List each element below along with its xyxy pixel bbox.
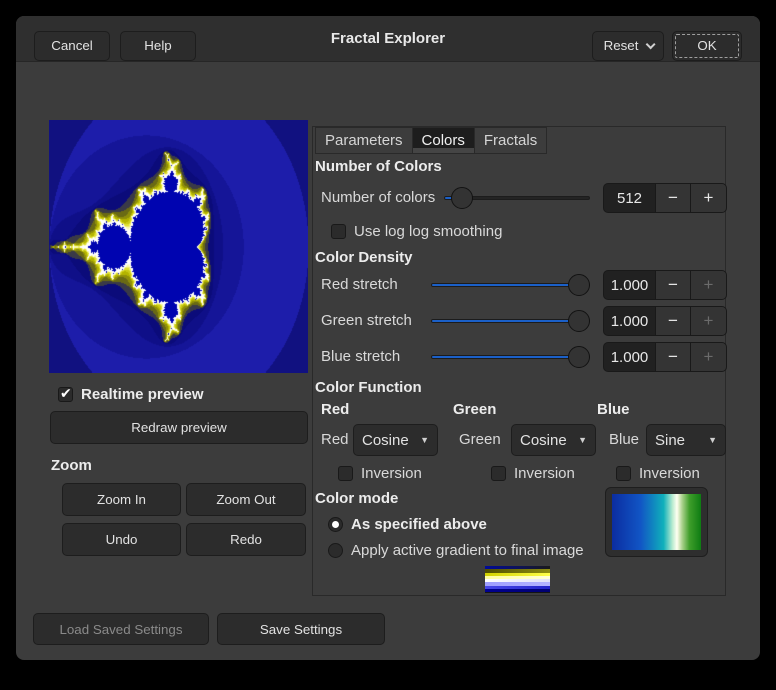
- log-log-smoothing-checkbox[interactable]: [331, 224, 346, 239]
- plus-icon[interactable]: +: [691, 342, 727, 372]
- green-function-dropdown[interactable]: Cosine▼: [511, 424, 596, 456]
- red-column-header: Red: [321, 401, 349, 418]
- green-inversion-row: Inversion: [491, 465, 575, 482]
- red-stretch-label: Red stretch: [321, 270, 398, 300]
- plus-icon[interactable]: +: [691, 183, 727, 213]
- log-log-smoothing-label: Use log log smoothing: [354, 223, 502, 240]
- chevron-down-icon: ▼: [708, 435, 717, 445]
- save-settings-button[interactable]: Save Settings: [217, 613, 385, 645]
- color-density-header: Color Density: [315, 249, 413, 266]
- tab-fractals[interactable]: Fractals: [475, 127, 547, 154]
- plus-icon[interactable]: +: [691, 270, 727, 300]
- minus-icon[interactable]: −: [656, 270, 691, 300]
- help-button[interactable]: Help: [120, 31, 196, 61]
- blue-inversion-row: Inversion: [616, 465, 700, 482]
- blue-column-header: Blue: [597, 401, 630, 418]
- number-of-colors-label: Number of colors: [321, 183, 435, 213]
- green-stretch-slider[interactable]: [431, 310, 590, 332]
- apply-gradient-label: Apply active gradient to final image: [351, 542, 584, 559]
- blue-function-label: Blue: [609, 424, 639, 456]
- color-mode-header: Color mode: [315, 490, 398, 507]
- fractal-preview[interactable]: [49, 120, 308, 373]
- minus-icon[interactable]: −: [656, 342, 691, 372]
- redo-button[interactable]: Redo: [186, 523, 306, 556]
- titlebar: Fractal Explorer Cancel Help Reset OK: [16, 16, 760, 62]
- realtime-preview-checkbox[interactable]: [58, 387, 73, 402]
- realtime-preview-label: Realtime preview: [81, 386, 204, 403]
- color-function-header: Color Function: [315, 379, 422, 396]
- settings-notebook: Parameters Colors Fractals Number of Col…: [312, 126, 726, 596]
- as-specified-label: As specified above: [351, 516, 487, 533]
- tab-bar: Parameters Colors Fractals: [315, 127, 547, 154]
- blue-inversion-checkbox[interactable]: [616, 466, 631, 481]
- load-saved-settings-button[interactable]: Load Saved Settings: [33, 613, 209, 645]
- cancel-button[interactable]: Cancel: [34, 31, 110, 61]
- slider-handle[interactable]: [568, 274, 590, 296]
- blue-inversion-label: Inversion: [639, 465, 700, 482]
- green-stretch-spinner: − +: [603, 306, 727, 336]
- green-inversion-label: Inversion: [514, 465, 575, 482]
- realtime-preview-row: Realtime preview: [58, 386, 204, 403]
- number-of-colors-spinner: − +: [603, 183, 727, 213]
- red-inversion-label: Inversion: [361, 465, 422, 482]
- chevron-down-icon: [646, 39, 656, 49]
- red-inversion-row: Inversion: [338, 465, 422, 482]
- number-of-colors-slider[interactable]: [444, 187, 590, 209]
- blue-stretch-slider[interactable]: [431, 346, 590, 368]
- slider-handle[interactable]: [451, 187, 473, 209]
- chevron-down-icon: ▼: [420, 435, 429, 445]
- as-specified-radio[interactable]: [328, 517, 343, 532]
- zoom-out-button[interactable]: Zoom Out: [186, 483, 306, 516]
- apply-gradient-radio[interactable]: [328, 543, 343, 558]
- chevron-down-icon: ▼: [578, 435, 587, 445]
- blue-function-dropdown[interactable]: Sine▼: [646, 424, 726, 456]
- zoom-header: Zoom: [51, 457, 92, 474]
- red-inversion-checkbox[interactable]: [338, 466, 353, 481]
- colormap-preview-box: [605, 487, 708, 557]
- color-mode-option-1: As specified above: [328, 516, 487, 533]
- blue-stretch-label: Blue stretch: [321, 342, 400, 372]
- red-function-dropdown[interactable]: Cosine▼: [353, 424, 438, 456]
- green-stretch-label: Green stretch: [321, 306, 412, 336]
- minus-icon[interactable]: −: [656, 183, 691, 213]
- red-stretch-spinner: − +: [603, 270, 727, 300]
- blue-stretch-input[interactable]: [603, 342, 656, 372]
- green-stretch-input[interactable]: [603, 306, 656, 336]
- color-mode-option-2: Apply active gradient to final image: [328, 542, 584, 559]
- red-stretch-slider[interactable]: [431, 274, 590, 296]
- undo-button[interactable]: Undo: [62, 523, 181, 556]
- tab-parameters[interactable]: Parameters: [315, 127, 413, 154]
- fractal-explorer-dialog: Fractal Explorer Cancel Help Reset OK Re…: [16, 16, 760, 660]
- zoom-in-button[interactable]: Zoom In: [62, 483, 181, 516]
- green-function-label: Green: [459, 424, 501, 456]
- fractal-canvas[interactable]: [49, 120, 308, 373]
- ok-button[interactable]: OK: [672, 31, 742, 61]
- green-inversion-checkbox[interactable]: [491, 466, 506, 481]
- gradient-strip[interactable]: [485, 566, 550, 593]
- plus-icon[interactable]: +: [691, 306, 727, 336]
- number-of-colors-input[interactable]: [603, 183, 656, 213]
- smoothing-row: Use log log smoothing: [331, 223, 502, 240]
- green-column-header: Green: [453, 401, 496, 418]
- redraw-preview-button[interactable]: Redraw preview: [50, 411, 308, 444]
- red-stretch-input[interactable]: [603, 270, 656, 300]
- slider-handle[interactable]: [568, 346, 590, 368]
- tab-colors[interactable]: Colors: [413, 127, 475, 154]
- gradient-strip-band: [485, 589, 550, 592]
- colormap-gradient: [612, 494, 701, 550]
- screen: Fractal Explorer Cancel Help Reset OK Re…: [0, 0, 776, 690]
- reset-button[interactable]: Reset: [592, 31, 664, 61]
- red-function-label: Red: [321, 424, 349, 456]
- slider-handle[interactable]: [568, 310, 590, 332]
- number-of-colors-header: Number of Colors: [315, 158, 442, 175]
- minus-icon[interactable]: −: [656, 306, 691, 336]
- blue-stretch-spinner: − +: [603, 342, 727, 372]
